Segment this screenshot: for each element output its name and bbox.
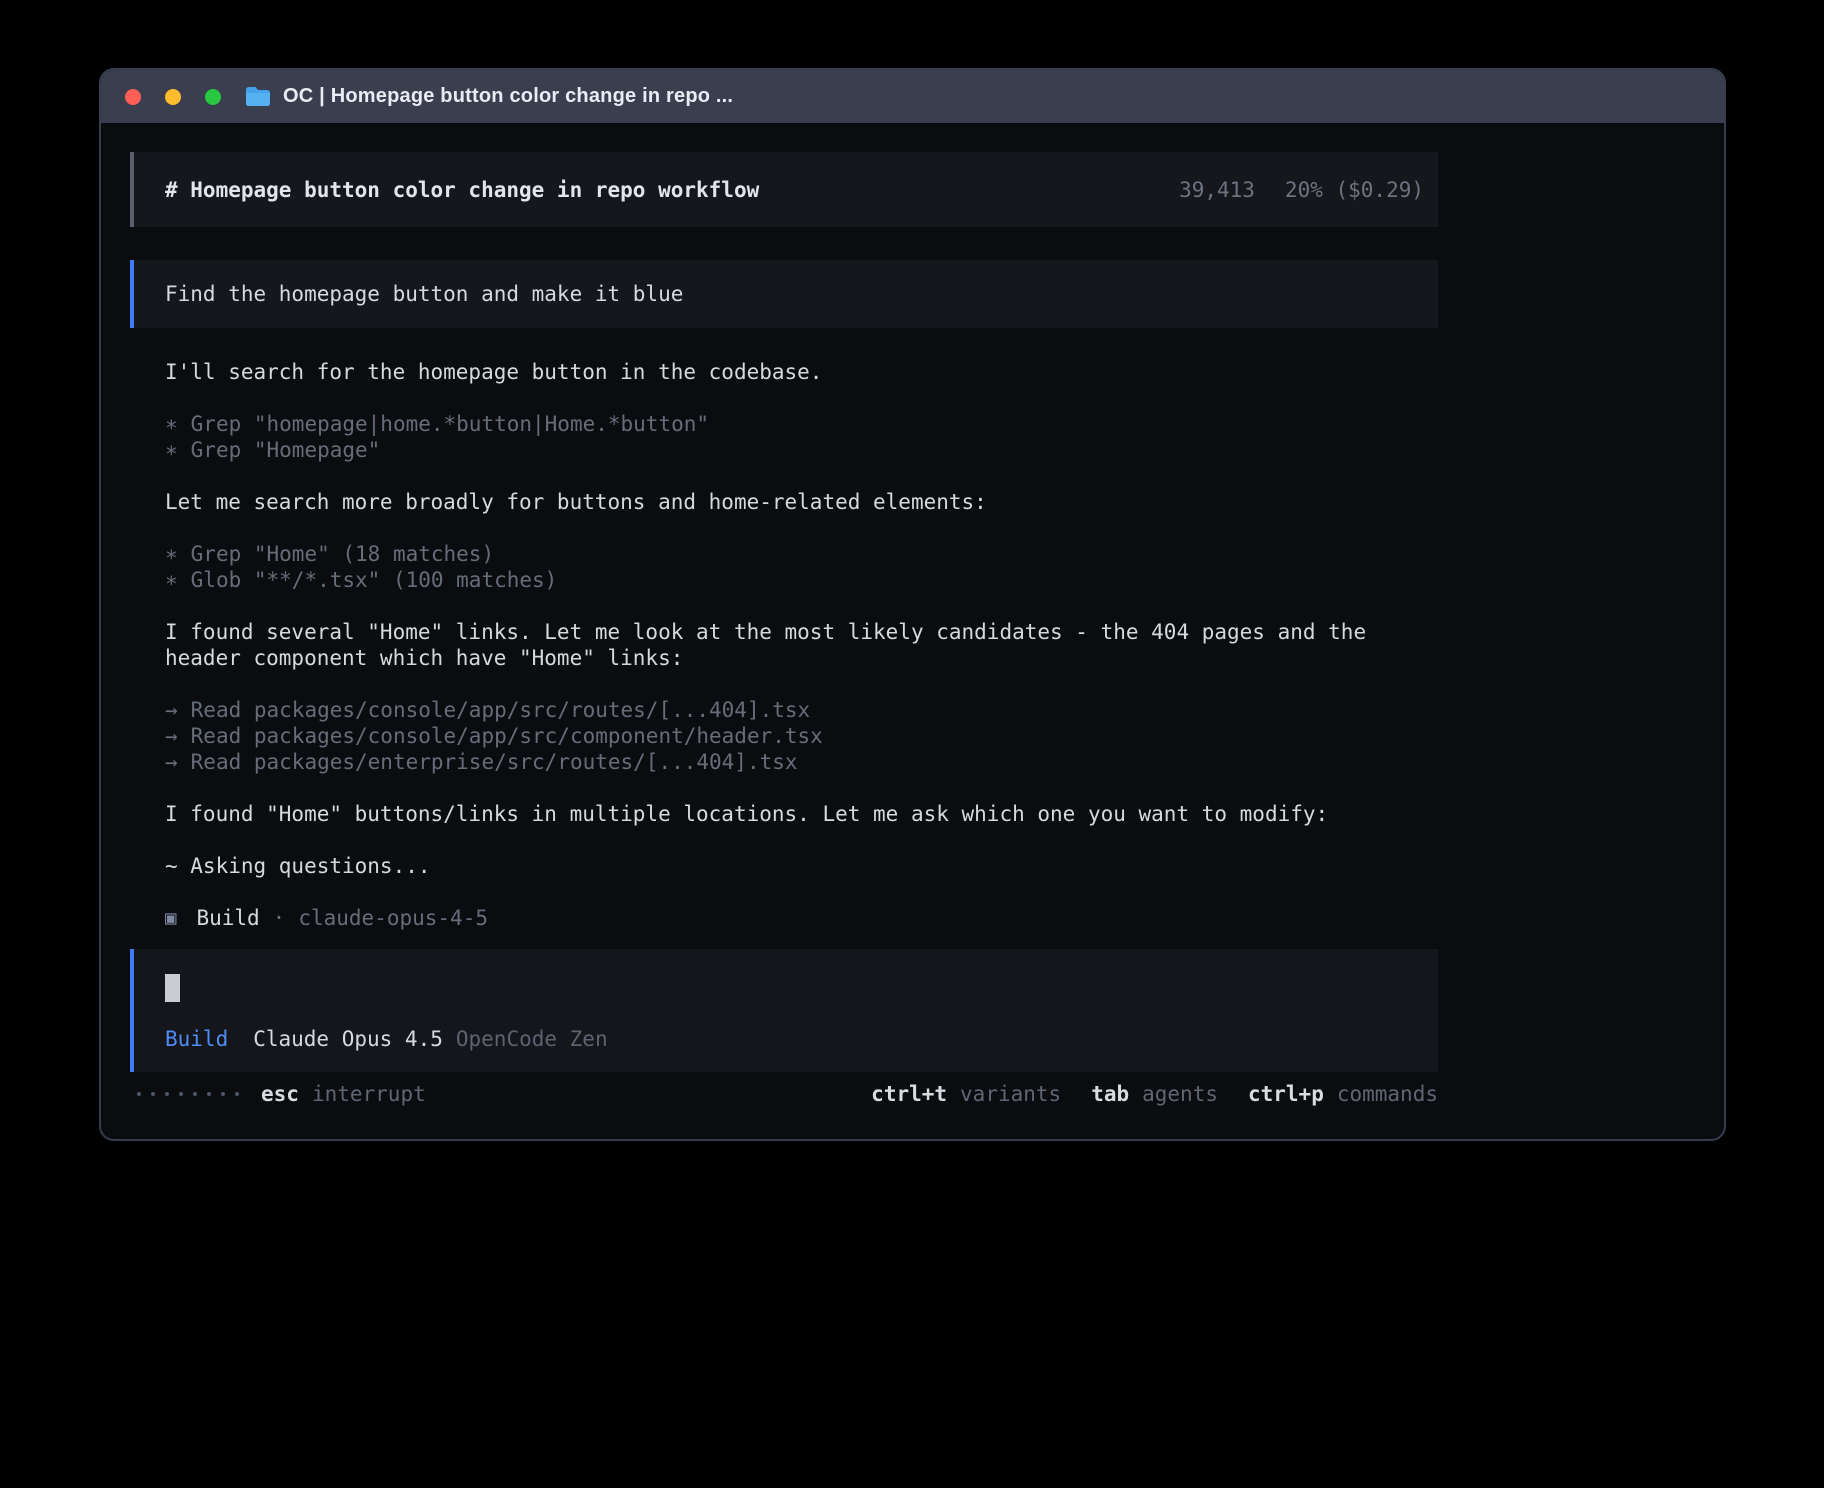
shortcut-variants: ctrl+t variants	[871, 1081, 1061, 1107]
shortcut-label: commands	[1337, 1081, 1438, 1107]
terminal-content: # Homepage button color change in repo w…	[101, 123, 1724, 1139]
minimize-button[interactable]	[165, 89, 181, 105]
tool-text: Grep "Homepage"	[191, 437, 381, 463]
tool-marker: →	[165, 697, 178, 723]
tool-call-group: ∗ Grep "Home" (18 matches) ∗ Glob "**/*.…	[130, 541, 1438, 593]
window-titlebar[interactable]: OC | Homepage button color change in rep…	[101, 70, 1724, 123]
text-cursor	[165, 974, 180, 1002]
agent-name: Build	[196, 905, 259, 931]
traffic-lights	[125, 89, 221, 105]
shortcut-key: tab	[1091, 1081, 1129, 1107]
token-count: 39,413	[1179, 178, 1255, 202]
shortcut-commands: ctrl+p commands	[1248, 1081, 1438, 1107]
spinner-dots-icon	[137, 1092, 239, 1096]
folder-icon	[245, 86, 271, 107]
window-title: OC | Homepage button color change in rep…	[283, 85, 733, 108]
tool-text: Read packages/enterprise/src/routes/[...…	[191, 749, 798, 775]
tool-text: Grep "Home" (18 matches)	[191, 541, 494, 567]
close-button[interactable]	[125, 89, 141, 105]
tool-text: Read packages/console/app/src/routes/[..…	[191, 697, 811, 723]
tool-marker: →	[165, 749, 178, 775]
shortcut-agents: tab agents	[1091, 1081, 1218, 1107]
assistant-paragraph: I'll search for the homepage button in t…	[130, 359, 1438, 385]
status-bar-left: esc interrupt	[130, 1081, 426, 1107]
tool-call-grep: ∗ Grep "homepage|home.*button|Home.*butt…	[130, 411, 1438, 437]
agent-separator: ·	[273, 905, 286, 931]
status-line: ~ Asking questions...	[130, 853, 1438, 879]
tool-marker: ∗	[165, 541, 178, 567]
assistant-paragraph: I found several "Home" links. Let me loo…	[130, 619, 1438, 671]
input-agent-label: Build	[165, 1026, 228, 1052]
status-bar-right: ctrl+t variants tab agents ctrl+p comman…	[871, 1081, 1438, 1107]
esc-key-hint: esc	[261, 1081, 299, 1107]
desktop-background: { "window": { "title": "OC | Homepage bu…	[0, 0, 1824, 1488]
shortcut-key: ctrl+t	[871, 1081, 947, 1107]
tool-call-glob: ∗ Glob "**/*.tsx" (100 matches)	[130, 567, 1438, 593]
assistant-paragraph: Let me search more broadly for buttons a…	[130, 489, 1438, 515]
input-model-line: Build Claude Opus 4.5 OpenCode Zen	[165, 1026, 1438, 1052]
assistant-paragraph: I found "Home" buttons/links in multiple…	[130, 801, 1438, 827]
context-usage: 20% ($0.29)	[1285, 178, 1424, 202]
zoom-button[interactable]	[205, 89, 221, 105]
prompt-input[interactable]: Build Claude Opus 4.5 OpenCode Zen	[130, 949, 1438, 1072]
tool-call-group: → Read packages/console/app/src/routes/[…	[130, 697, 1438, 775]
tool-text: Glob "**/*.tsx" (100 matches)	[191, 567, 558, 593]
agent-model: claude-opus-4-5	[298, 905, 488, 931]
tool-text: Grep "homepage|home.*button|Home.*button…	[191, 411, 709, 437]
tool-call-read: → Read packages/enterprise/src/routes/[.…	[130, 749, 1438, 775]
shortcut-key: ctrl+p	[1248, 1081, 1324, 1107]
user-message-text: Find the homepage button and make it blu…	[165, 282, 683, 306]
esc-key-label: interrupt	[312, 1081, 426, 1107]
shortcut-label: agents	[1142, 1081, 1218, 1107]
tool-marker: ∗	[165, 411, 178, 437]
session-header: # Homepage button color change in repo w…	[130, 152, 1438, 227]
tool-marker: ∗	[165, 437, 178, 463]
tool-call-group: ∗ Grep "homepage|home.*button|Home.*butt…	[130, 411, 1438, 463]
tool-text: Read packages/console/app/src/component/…	[191, 723, 823, 749]
session-title: # Homepage button color change in repo w…	[165, 178, 759, 202]
status-bar: esc interrupt ctrl+t variants tab agents…	[130, 1081, 1438, 1107]
tool-call-grep: ∗ Grep "Home" (18 matches)	[130, 541, 1438, 567]
shortcut-label: variants	[960, 1081, 1061, 1107]
tool-call-read: → Read packages/console/app/src/routes/[…	[130, 697, 1438, 723]
tool-marker: →	[165, 723, 178, 749]
session-meta: 39,413 20% ($0.29)	[1179, 178, 1424, 202]
tool-call-grep: ∗ Grep "Homepage"	[130, 437, 1438, 463]
user-message: Find the homepage button and make it blu…	[130, 260, 1438, 328]
terminal-window: OC | Homepage button color change in rep…	[99, 68, 1726, 1141]
tool-call-read: → Read packages/console/app/src/componen…	[130, 723, 1438, 749]
input-model-label: Claude Opus 4.5	[253, 1026, 443, 1052]
agent-model-line: ▣ Build · claude-opus-4-5	[130, 905, 1438, 931]
agent-bullet-icon: ▣	[165, 905, 176, 931]
tool-marker: ∗	[165, 567, 178, 593]
input-provider-label: OpenCode Zen	[456, 1026, 608, 1052]
